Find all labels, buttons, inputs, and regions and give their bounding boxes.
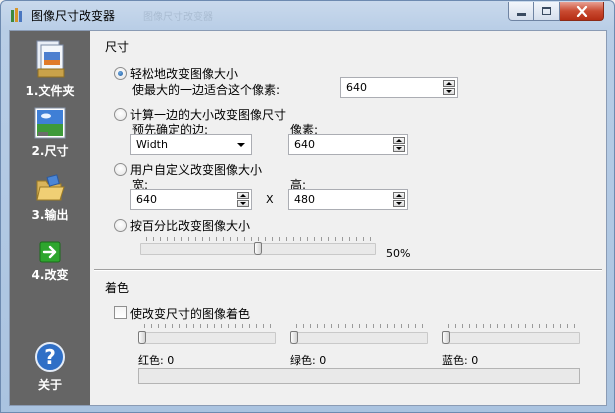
radio-custom-size-label: 用户自定义改变图像大小	[130, 163, 263, 177]
red-slider-ticks	[144, 324, 274, 328]
spinner-arrows[interactable]	[237, 192, 249, 207]
sidebar-item-label: 3.输出	[31, 208, 69, 222]
sidebar: 1.文件夹 2.尺寸 3.输出 4.改变 ? 关于	[10, 31, 90, 405]
radio-percent-label: 按百分比改变图像大小	[130, 219, 251, 233]
app-window: 图像尺寸改变器 图像尺寸改变器 1.文件夹 2.尺寸 3.输出 4.改变 ? 关…	[0, 0, 615, 413]
spin-down-icon[interactable]	[443, 88, 455, 95]
folder-documents-icon	[36, 40, 65, 78]
pixels-value: 640	[294, 138, 315, 151]
height-value: 480	[294, 193, 315, 206]
radio-one-side[interactable]	[114, 108, 127, 121]
longest-side-spinner[interactable]: 640	[340, 77, 458, 98]
help-question-icon: ?	[35, 342, 65, 372]
size-group-title: 尺寸	[105, 40, 130, 54]
spin-down-icon[interactable]	[393, 200, 405, 207]
spin-up-icon[interactable]	[393, 192, 405, 199]
green-value-label: 绿色: 0	[290, 354, 327, 367]
open-folder-icon	[36, 174, 65, 201]
main-panel: 尺寸 轻松地改变图像大小 使最大的一边适合这个像素: 640 计算一边的大小改变…	[90, 31, 606, 405]
client-area: 1.文件夹 2.尺寸 3.输出 4.改变 ? 关于 尺寸 轻松地改变图像大小 使…	[9, 30, 607, 406]
green-arrow-icon	[39, 241, 61, 263]
green-slider-ticks	[296, 324, 426, 328]
width-spinner[interactable]: 640	[130, 189, 252, 210]
chevron-down-icon	[237, 143, 245, 147]
sidebar-item-label: 4.改变	[31, 268, 69, 282]
minimize-icon	[516, 12, 526, 16]
sidebar-item-label: 关于	[37, 378, 62, 392]
pixels-spinner[interactable]: 640	[288, 134, 408, 155]
radio-custom-size[interactable]	[114, 163, 127, 176]
blue-slider[interactable]	[442, 332, 580, 344]
app-icon	[11, 8, 22, 22]
blue-slider-thumb[interactable]	[442, 331, 450, 344]
sidebar-item-size[interactable]: 2.尺寸	[10, 107, 90, 159]
spin-down-icon[interactable]	[237, 200, 249, 207]
spinner-arrows[interactable]	[393, 192, 405, 207]
side-select[interactable]: Width	[130, 134, 252, 155]
window-title-reflection: 图像尺寸改变器	[143, 12, 213, 23]
radio-easy-resize[interactable]	[114, 67, 127, 80]
radio-percent[interactable]	[114, 219, 127, 232]
longest-side-label: 使最大的一边适合这个像素:	[132, 83, 281, 97]
close-button[interactable]	[560, 2, 604, 21]
spin-up-icon[interactable]	[237, 192, 249, 199]
sidebar-item-change[interactable]: 4.改变	[10, 241, 90, 283]
percent-slider-thumb[interactable]	[254, 242, 262, 255]
height-spinner[interactable]: 480	[288, 189, 408, 210]
radio-easy-resize-label: 轻松地改变图像大小	[130, 67, 239, 81]
width-value: 640	[136, 193, 157, 206]
sidebar-item-about[interactable]: ? 关于	[10, 341, 90, 393]
red-slider[interactable]	[138, 332, 276, 344]
sidebar-item-label: 1.文件夹	[25, 84, 75, 98]
spin-up-icon[interactable]	[393, 137, 405, 144]
longest-side-value: 640	[346, 81, 367, 94]
side-select-value: Width	[136, 138, 168, 151]
percent-slider-ticks	[146, 237, 372, 241]
sidebar-item-output[interactable]: 3.输出	[10, 173, 90, 223]
color-preview-swatch	[138, 368, 580, 384]
sidebar-item-label: 2.尺寸	[31, 144, 69, 158]
green-slider[interactable]	[290, 332, 428, 344]
minimize-button[interactable]	[508, 2, 534, 21]
spin-down-icon[interactable]	[393, 145, 405, 152]
spinner-arrows[interactable]	[443, 80, 455, 95]
group-separator	[94, 269, 602, 271]
maximize-icon	[542, 7, 551, 15]
colorize-label: 使改变尺寸的图像着色	[130, 307, 251, 321]
red-value-label: 红色: 0	[138, 354, 175, 367]
maximize-button[interactable]	[534, 2, 560, 21]
svg-text:?: ?	[44, 345, 56, 369]
spin-up-icon[interactable]	[443, 80, 455, 87]
red-slider-thumb[interactable]	[138, 331, 146, 344]
colorize-checkbox[interactable]	[114, 306, 127, 319]
times-sign: X	[266, 193, 274, 206]
spinner-arrows[interactable]	[393, 137, 405, 152]
close-icon	[576, 5, 587, 17]
title-bar[interactable]: 图像尺寸改变器 图像尺寸改变器	[1, 1, 614, 29]
green-slider-thumb[interactable]	[290, 331, 298, 344]
window-title: 图像尺寸改变器	[31, 9, 116, 23]
sidebar-item-folder[interactable]: 1.文件夹	[10, 39, 90, 99]
blue-value-label: 蓝色: 0	[442, 354, 479, 367]
blue-slider-ticks	[448, 324, 578, 328]
landscape-picture-icon	[34, 107, 66, 139]
color-group-title: 着色	[105, 281, 130, 295]
percent-value: 50%	[386, 247, 411, 260]
